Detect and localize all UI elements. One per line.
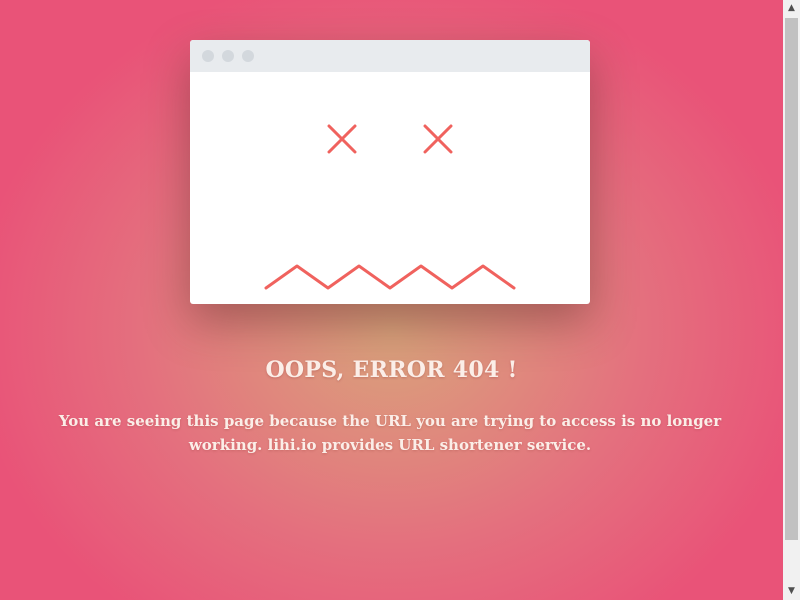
zigzag-mouth-icon (264, 264, 516, 290)
window-dot-icon (242, 50, 254, 62)
error-page: OOPS, ERROR 404 ! You are seeing this pa… (0, 0, 783, 600)
right-x-eye-icon (423, 124, 453, 154)
chevron-up-icon[interactable]: ▲ (783, 0, 800, 17)
window-dot-icon (222, 50, 234, 62)
window-titlebar (190, 40, 590, 72)
error-heading: OOPS, ERROR 404 ! (265, 357, 518, 383)
scrollbar-thumb[interactable] (785, 18, 798, 540)
browser-window-illustration (190, 40, 590, 304)
sad-face-illustration (264, 124, 516, 290)
error-message: You are seeing this page because the URL… (58, 412, 722, 454)
vertical-scrollbar[interactable]: ▲ ▼ (783, 0, 800, 600)
chevron-down-icon[interactable]: ▼ (783, 583, 800, 600)
window-dot-icon (202, 50, 214, 62)
left-x-eye-icon (327, 124, 357, 154)
